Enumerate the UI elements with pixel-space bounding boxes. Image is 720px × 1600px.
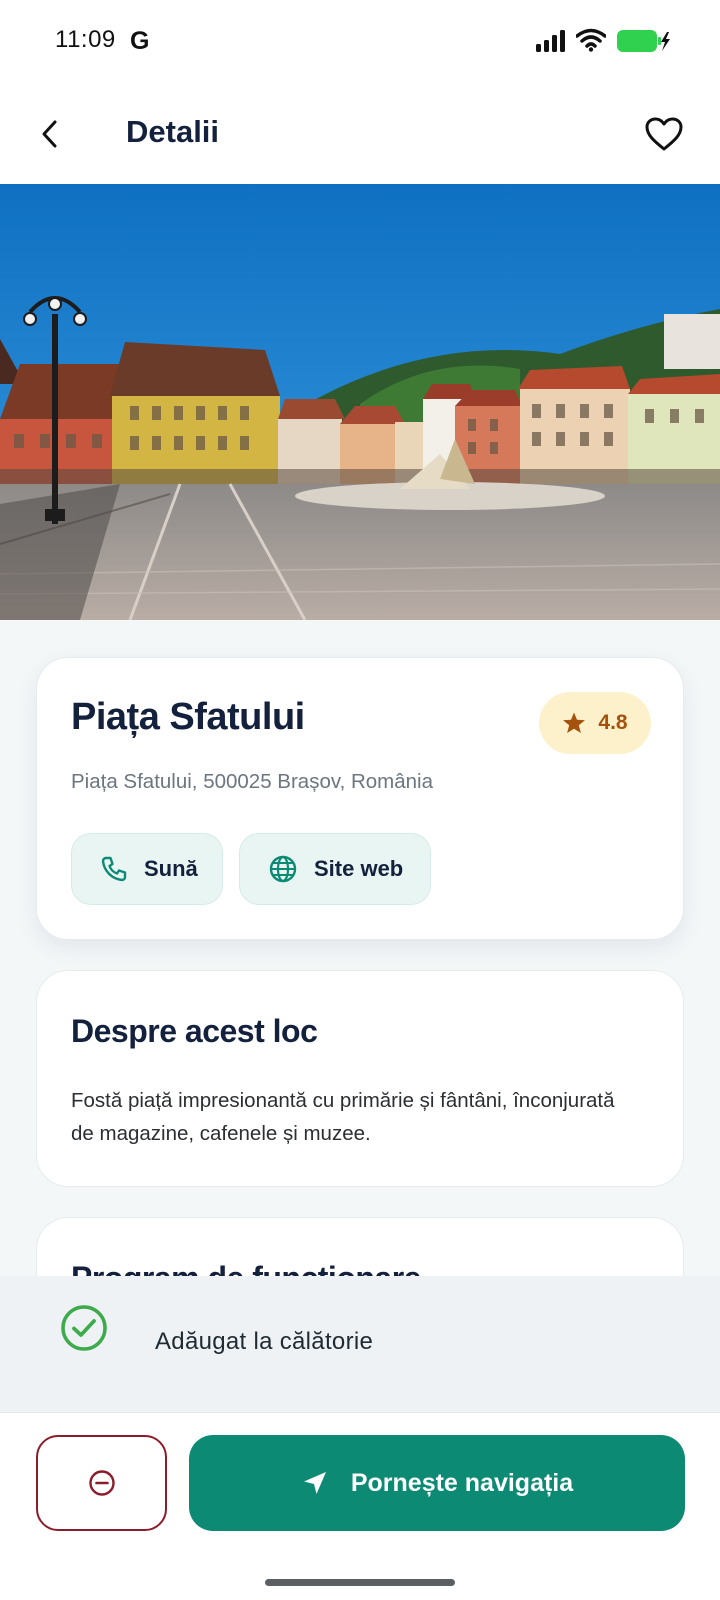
website-button[interactable]: Site web	[239, 833, 431, 905]
about-card: Despre acest loc Fostă piață impresionan…	[36, 970, 684, 1187]
place-info-card: Piața Sfatului 4.8 Piața Sfatului, 50002…	[36, 657, 684, 940]
battery-charging-icon	[617, 30, 670, 52]
navigation-arrow-icon	[303, 1472, 326, 1494]
added-to-trip-toast: Adăugat la călătorie	[0, 1276, 720, 1412]
start-navigation-button[interactable]: Pornește navigația	[189, 1435, 685, 1531]
minus-circle-icon	[88, 1470, 115, 1496]
status-bar: 11:09 G	[0, 0, 720, 88]
page-title: Detalii	[126, 114, 220, 149]
check-circle-icon	[61, 1305, 107, 1351]
toast-message: Adăugat la călătorie	[155, 1328, 374, 1355]
place-address: Piața Sfatului, 500025 Brașov, România	[71, 770, 434, 793]
status-time: 11:09	[55, 26, 116, 53]
call-button-label: Sună	[144, 856, 198, 881]
star-icon	[563, 712, 586, 733]
hero-image	[0, 184, 720, 620]
back-button[interactable]	[28, 112, 72, 156]
website-button-label: Site web	[314, 856, 404, 881]
bottom-action-bar: Pornește navigația	[0, 1412, 720, 1600]
globe-icon	[269, 855, 297, 883]
call-button[interactable]: Sună	[71, 833, 223, 905]
chevron-left-icon	[42, 120, 57, 148]
about-description: Fostă piață impresionantă cu primărie și…	[71, 1089, 615, 1145]
wifi-icon	[576, 28, 606, 52]
rating-value: 4.8	[598, 711, 628, 734]
start-navigation-label: Pornește navigația	[350, 1468, 574, 1497]
signal-icon	[536, 30, 565, 52]
rating-badge: 4.8	[539, 692, 651, 754]
google-icon: G	[130, 27, 150, 55]
app-header: Detalii	[0, 88, 720, 184]
favorite-button[interactable]	[640, 110, 688, 158]
about-title: Despre acest loc	[71, 1013, 318, 1049]
home-indicator[interactable]	[265, 1579, 455, 1586]
phone-icon	[101, 856, 127, 882]
heart-outline-icon	[645, 117, 683, 151]
town-square-photo	[0, 184, 720, 620]
remove-from-trip-button[interactable]	[36, 1435, 167, 1531]
place-title: Piața Sfatului	[71, 696, 305, 738]
